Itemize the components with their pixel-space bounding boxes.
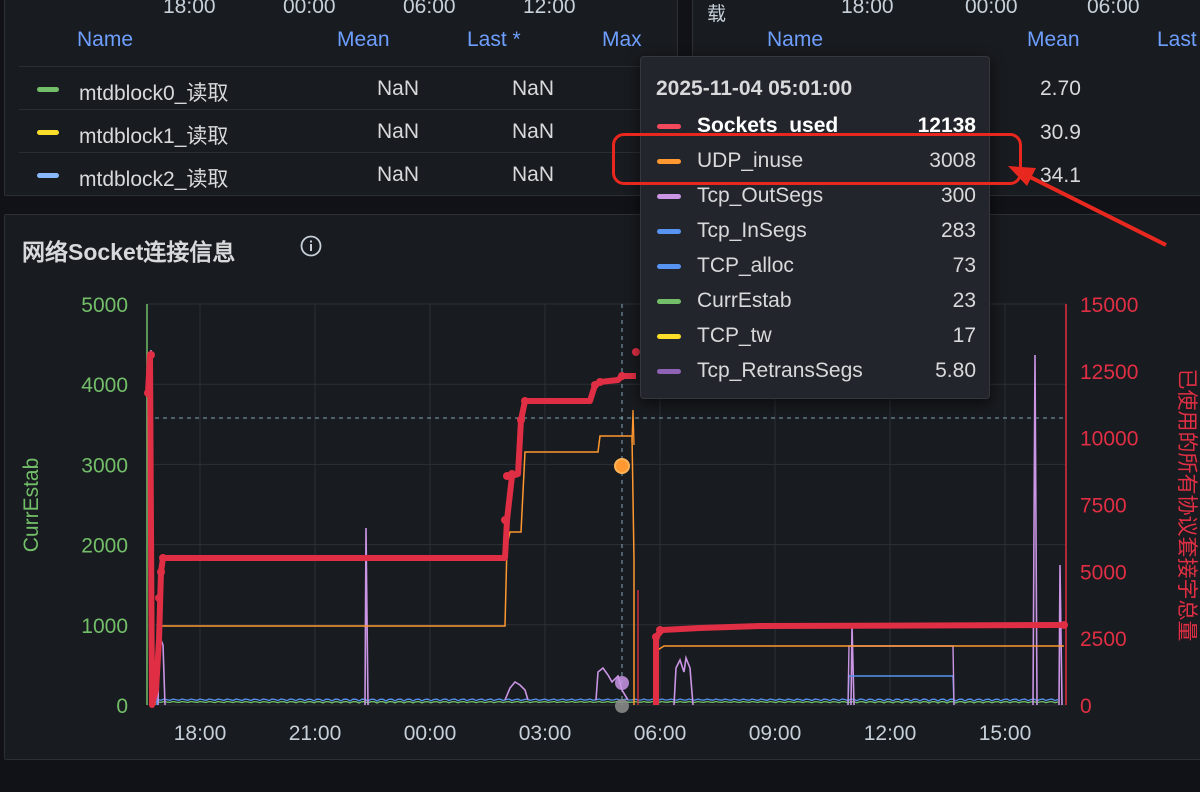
right-tick-label: 7500	[1080, 495, 1127, 518]
x-tick-label: 12:00	[864, 722, 917, 745]
tooltip-series-name: Tcp_OutSegs	[697, 184, 824, 207]
tooltip-row: TCP_alloc 73	[641, 249, 991, 284]
series-tcp-outsegs-line	[504, 680, 529, 701]
series-curr-estab-line	[154, 700, 1059, 704]
hover-point-tcp-outsegs	[615, 676, 629, 690]
right-tick-label: 10000	[1080, 428, 1138, 451]
x-tick-label: 03:00	[519, 722, 572, 745]
series-color-swatch	[657, 334, 681, 339]
sockets-used-point	[159, 554, 167, 562]
x-tick-label: 00:00	[404, 722, 457, 745]
left-tick-label: 5000	[81, 294, 128, 317]
tooltip-series-name: TCP_tw	[697, 324, 772, 347]
sockets-used-point	[501, 516, 509, 524]
tooltip-series-value: 23	[952, 289, 976, 312]
socket-chart[interactable]: 5000400030002000100001500012500100007500…	[0, 0, 1200, 792]
sockets-used-point	[147, 351, 155, 359]
tooltip-row: TCP_tw 17	[641, 319, 991, 354]
sockets-used-point	[155, 594, 163, 602]
tooltip-series-value: 17	[952, 324, 976, 347]
series-color-swatch	[657, 299, 681, 304]
left-tick-label: 0	[116, 695, 128, 718]
tooltip-row: Tcp_InSegs 283	[641, 214, 991, 249]
hover-point-base	[615, 699, 629, 713]
series-sockets-used-line	[145, 352, 1065, 708]
tooltip-series-name: CurrEstab	[697, 289, 792, 312]
sockets-used-point	[652, 633, 660, 641]
tooltip-series-name: TCP_alloc	[697, 254, 794, 277]
sockets-used-point	[1060, 621, 1068, 629]
tooltip-series-value: 73	[952, 254, 976, 277]
tooltip-time: 2025-11-04 05:01:00	[656, 77, 853, 100]
right-tick-label: 0	[1080, 695, 1092, 718]
sockets-used-point	[656, 626, 664, 634]
sockets-used-point	[596, 378, 604, 386]
left-tick-label: 1000	[81, 615, 128, 638]
x-tick-label: 15:00	[979, 722, 1032, 745]
hover-tooltip: 2025-11-04 05:01:00 Sockets_used 12138 UDP…	[640, 56, 990, 399]
right-tick-label: 2500	[1080, 628, 1127, 651]
sockets-used-point	[508, 470, 516, 478]
tooltip-series-name: Tcp_RetransSegs	[697, 359, 863, 382]
sockets-used-point	[157, 568, 165, 576]
sockets-used-point	[517, 416, 525, 424]
tooltip-row: CurrEstab 23	[641, 284, 991, 319]
left-tick-label: 2000	[81, 535, 128, 558]
sockets-used-point	[144, 389, 152, 397]
right-tick-label: 12500	[1080, 361, 1138, 384]
tooltip-series-value: 283	[940, 219, 976, 242]
series-udp-inuse-line	[154, 435, 1064, 706]
x-tick-label: 18:00	[174, 722, 227, 745]
series-color-swatch	[657, 369, 681, 374]
right-tick-label: 15000	[1080, 294, 1138, 317]
right-tick-label: 5000	[1080, 561, 1127, 584]
left-tick-label: 3000	[81, 454, 128, 477]
x-tick-label: 06:00	[634, 722, 687, 745]
tooltip-series-name: Tcp_InSegs	[697, 219, 807, 242]
right-axis-label: 已使用的所有协议套接字总量	[1175, 369, 1199, 642]
hover-point-udp	[614, 458, 630, 474]
series-tcp-outsegs-line	[1058, 564, 1063, 706]
series-tcp-outsegs-line	[1032, 354, 1038, 706]
tooltip-row: Tcp_RetransSegs 5.80	[641, 354, 991, 389]
sockets-used-point	[521, 397, 529, 405]
series-tcp-insegs-line	[154, 698, 1059, 702]
red-highlight-box	[612, 133, 1022, 185]
x-tick-label: 21:00	[289, 722, 342, 745]
tooltip-series-value: 300	[940, 184, 976, 207]
x-tick-label: 09:00	[749, 722, 802, 745]
sockets-used-point	[632, 348, 640, 356]
sockets-used-point	[618, 372, 626, 380]
series-color-swatch	[657, 229, 681, 234]
series-tcp-outsegs-line	[850, 624, 855, 706]
series-color-swatch	[657, 194, 681, 199]
series-tcp-outsegs-line	[673, 654, 694, 706]
left-tick-label: 4000	[81, 374, 128, 397]
left-axis-label: CurrEstab	[20, 458, 43, 553]
series-color-swatch	[657, 264, 681, 269]
tooltip-series-value: 5.80	[935, 359, 976, 382]
series-udp-inuse-spike	[631, 409, 635, 446]
series-tcp-outsegs-line	[364, 527, 369, 706]
series-color-swatch	[657, 124, 681, 129]
